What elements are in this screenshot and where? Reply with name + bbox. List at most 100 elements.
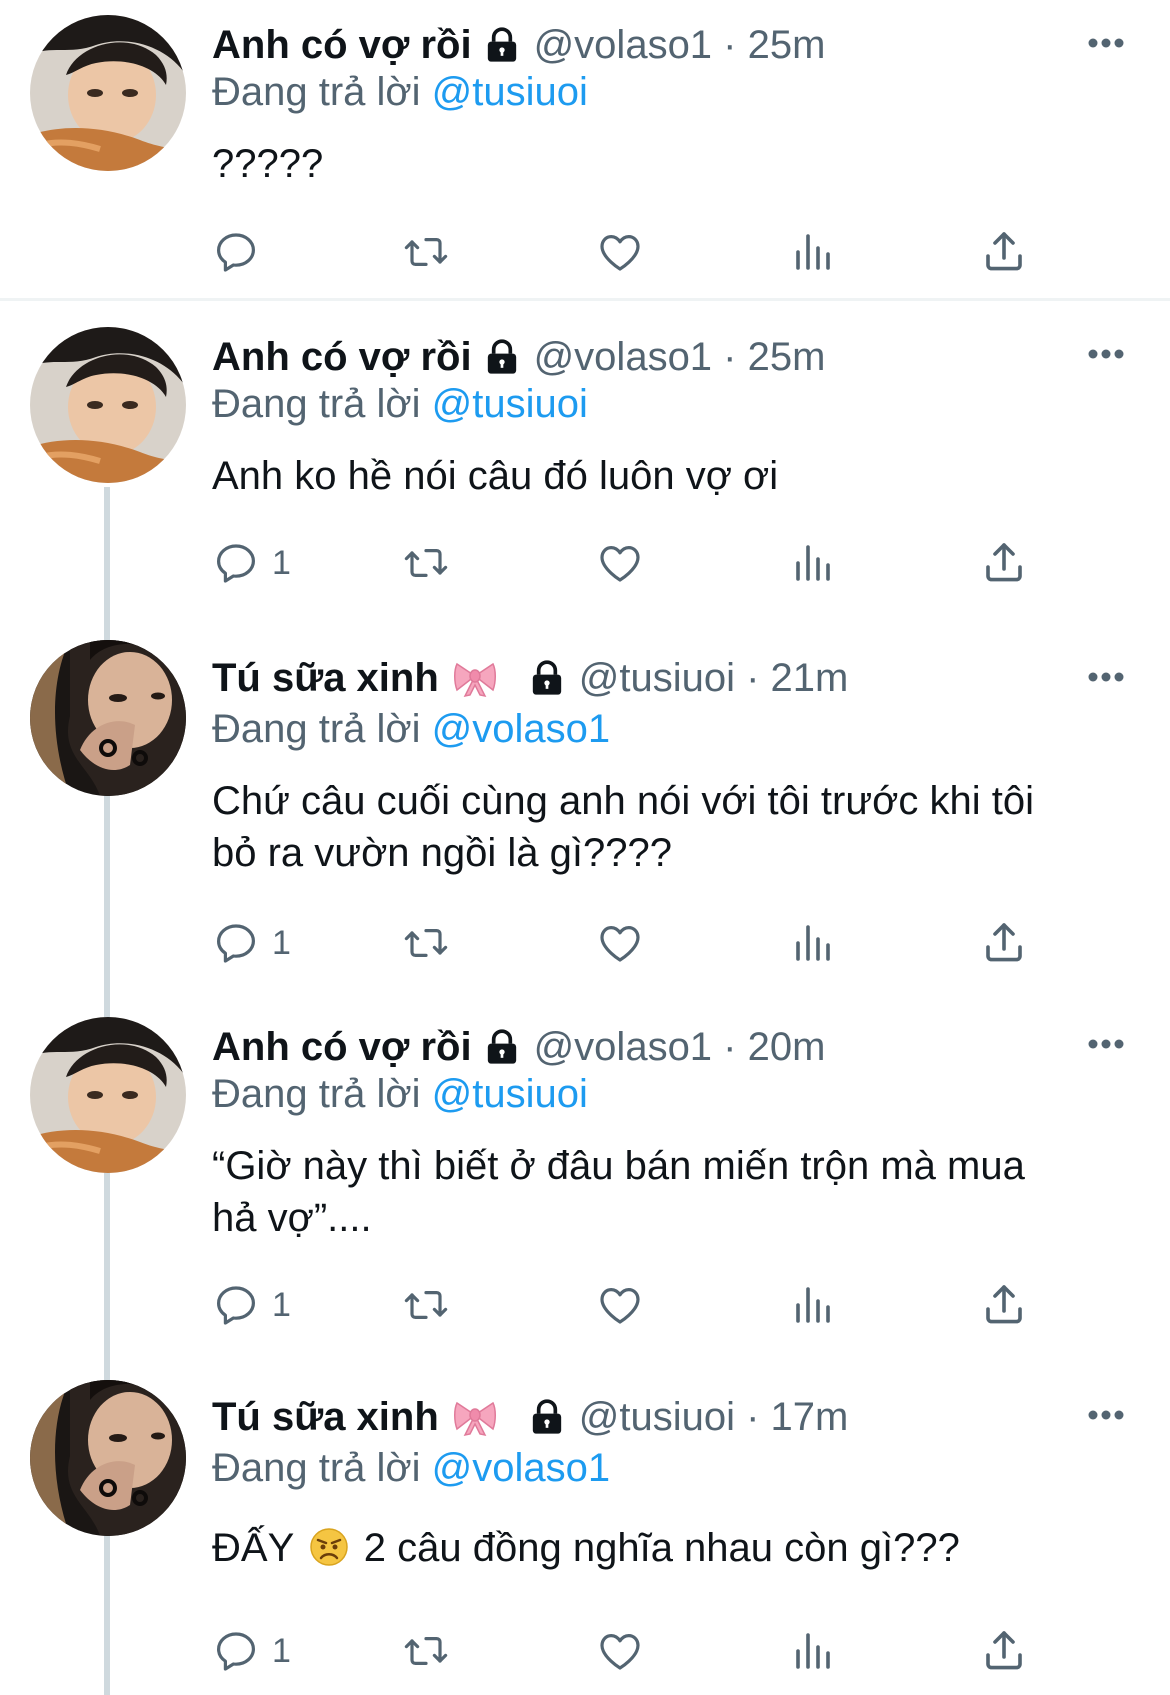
analytics-icon <box>788 919 836 967</box>
share-button[interactable] <box>980 1280 1028 1330</box>
mention-link[interactable]: @tusiuoi <box>432 382 588 426</box>
reply-bubble-icon <box>212 1281 260 1329</box>
handle-time[interactable]: @volaso1 · 25m <box>534 335 826 380</box>
views-button[interactable] <box>788 1626 836 1676</box>
avatar[interactable] <box>30 1380 186 1536</box>
reply-button[interactable]: 1 <box>212 918 291 968</box>
tweet[interactable]: Tú sữa xinh @tusiuoi · 21m Đang trả lời … <box>0 625 1170 995</box>
action-bar <box>212 227 1112 277</box>
share-button[interactable] <box>980 538 1028 588</box>
display-name[interactable]: Anh có vợ rồi <box>212 335 472 380</box>
retweet-button[interactable] <box>402 538 450 588</box>
more-dots-icon[interactable] <box>1086 670 1126 684</box>
handle-time[interactable]: @volaso1 · 25m <box>534 23 826 68</box>
heart-icon <box>596 228 644 276</box>
reply-bubble-icon <box>212 919 260 967</box>
mention-link[interactable]: @tusiuoi <box>432 1072 588 1116</box>
display-name[interactable]: Tú sữa xinh <box>212 1395 439 1440</box>
tweet[interactable]: Anh có vợ rồi @volaso1 · 25m Đang trả lờ… <box>0 0 1170 298</box>
retweet-button[interactable] <box>402 1280 450 1330</box>
heart-icon <box>596 1281 644 1329</box>
heart-icon <box>596 1627 644 1675</box>
tweet-text: ????? <box>212 138 1132 190</box>
share-button[interactable] <box>980 918 1028 968</box>
avatar[interactable] <box>30 15 186 171</box>
views-button[interactable] <box>788 918 836 968</box>
handle-time[interactable]: @tusiuoi · 21m <box>579 656 849 701</box>
reply-count: 1 <box>272 543 291 582</box>
replying-to: Đang trả lời @tusiuoi <box>212 70 588 115</box>
analytics-icon <box>788 539 836 587</box>
analytics-icon <box>788 228 836 276</box>
tweet[interactable]: Anh có vợ rồi @volaso1 · 20m Đang trả lờ… <box>0 1000 1170 1360</box>
mention-link[interactable]: @volaso1 <box>432 1446 610 1490</box>
display-name[interactable]: Tú sữa xinh <box>212 656 439 701</box>
tweet[interactable]: Tú sữa xinh @tusiuoi · 17m Đang trả lời … <box>0 1362 1170 1695</box>
reply-bubble-icon <box>212 1627 260 1675</box>
mention-link[interactable]: @tusiuoi <box>432 70 588 114</box>
tweet-text: ĐẤY 2 câu đồng nghĩa nhau còn gì??? <box>212 1522 1132 1574</box>
reply-button[interactable]: 1 <box>212 538 291 588</box>
retweet-icon <box>402 228 450 276</box>
views-button[interactable] <box>788 227 836 277</box>
angry-face-emoji <box>309 1527 349 1567</box>
retweet-button[interactable] <box>402 227 450 277</box>
reply-button[interactable]: 1 <box>212 1626 291 1676</box>
tweet-divider <box>0 298 1170 301</box>
more-dots-icon[interactable] <box>1086 1037 1126 1051</box>
retweet-icon <box>402 919 450 967</box>
share-button[interactable] <box>980 227 1028 277</box>
analytics-icon <box>788 1627 836 1675</box>
reply-prefix: Đang trả lời <box>212 382 421 426</box>
share-icon <box>980 1627 1028 1675</box>
like-button[interactable] <box>596 1280 644 1330</box>
share-icon <box>980 228 1028 276</box>
share-icon <box>980 919 1028 967</box>
display-name[interactable]: Anh có vợ rồi <box>212 23 472 68</box>
tweet-text-line: bỏ ra vườn ngồi là gì???? <box>212 831 672 875</box>
like-button[interactable] <box>596 538 644 588</box>
tweet-text: Chứ câu cuối cùng anh nói với tôi trước … <box>212 775 1132 879</box>
avatar[interactable] <box>30 327 186 483</box>
like-button[interactable] <box>596 1626 644 1676</box>
handle-time[interactable]: @tusiuoi · 17m <box>579 1395 849 1440</box>
replying-to: Đang trả lời @volaso1 <box>212 1446 610 1491</box>
reply-button[interactable] <box>212 227 260 277</box>
reply-button[interactable]: 1 <box>212 1280 291 1330</box>
retweet-icon <box>402 1281 450 1329</box>
tweet-text: “Giờ này thì biết ở đâu bán miến trộn mà… <box>212 1140 1132 1244</box>
mention-link[interactable]: @volaso1 <box>432 707 610 751</box>
reply-count: 1 <box>272 1631 291 1670</box>
like-button[interactable] <box>596 227 644 277</box>
action-bar: 1 <box>212 1280 1112 1330</box>
retweet-button[interactable] <box>402 918 450 968</box>
handle-time[interactable]: @volaso1 · 20m <box>534 1025 826 1070</box>
tweet[interactable]: Anh có vợ rồi @volaso1 · 25m Đang trả lờ… <box>0 310 1170 610</box>
ribbon-bow-emoji <box>453 1397 497 1437</box>
tweet-text-end: 2 câu đồng nghĩa nhau còn gì??? <box>363 1526 960 1570</box>
retweet-button[interactable] <box>402 1626 450 1676</box>
ribbon-bow-emoji <box>453 658 497 698</box>
analytics-icon <box>788 1281 836 1329</box>
action-bar: 1 <box>212 1626 1112 1676</box>
lock-icon <box>482 25 522 65</box>
more-dots-icon[interactable] <box>1086 1408 1126 1422</box>
action-bar: 1 <box>212 918 1112 968</box>
reply-prefix: Đang trả lời <box>212 1072 421 1116</box>
more-dots-icon[interactable] <box>1086 347 1126 361</box>
retweet-icon <box>402 1627 450 1675</box>
share-button[interactable] <box>980 1626 1028 1676</box>
action-bar: 1 <box>212 538 1112 588</box>
avatar[interactable] <box>30 1017 186 1173</box>
heart-icon <box>596 919 644 967</box>
like-button[interactable] <box>596 918 644 968</box>
more-dots-icon[interactable] <box>1086 36 1126 50</box>
views-button[interactable] <box>788 1280 836 1330</box>
tweet-text-line: ????? <box>212 142 324 186</box>
display-name[interactable]: Anh có vợ rồi <box>212 1025 472 1070</box>
tweet-text-start: ĐẤY <box>212 1526 294 1570</box>
lock-icon <box>527 1397 567 1437</box>
reply-count: 1 <box>272 1285 291 1324</box>
views-button[interactable] <box>788 538 836 588</box>
avatar[interactable] <box>30 640 186 796</box>
